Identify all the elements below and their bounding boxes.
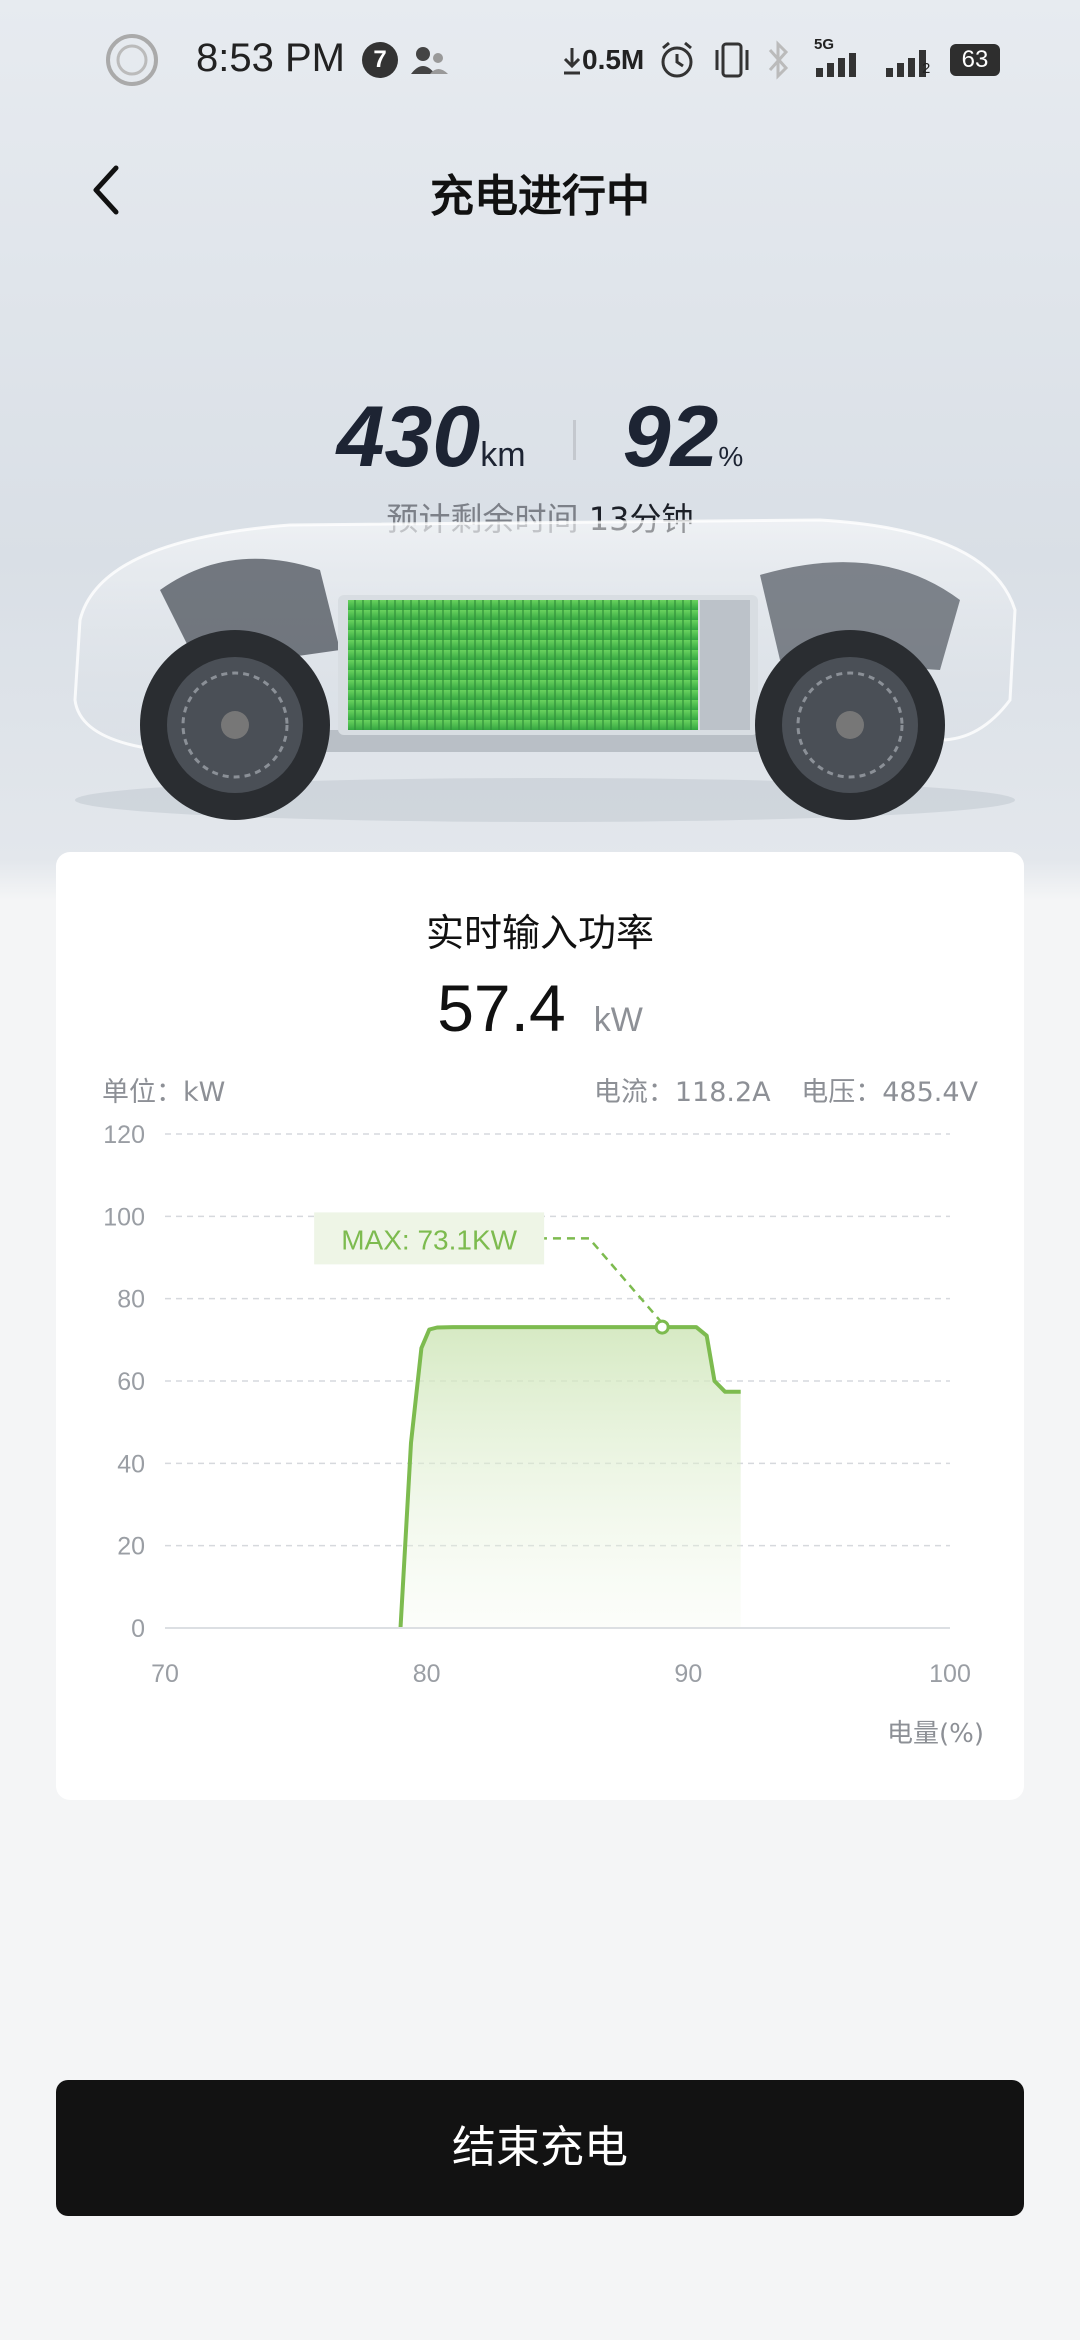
power-unit: kW	[593, 1001, 643, 1039]
battery-indicator: 63	[950, 44, 1000, 76]
x-tick-label-90: 90	[674, 1660, 702, 1688]
status-bar: 8:53 PM 7 0.5M 5G 2 63	[0, 0, 1080, 120]
y-tick-label-100: 100	[103, 1203, 145, 1231]
x-tick-label-100: 100	[929, 1660, 971, 1688]
status-time: 8:53 PM	[196, 36, 345, 80]
front-wheel	[140, 630, 330, 820]
y-tick-label-0: 0	[131, 1615, 145, 1643]
end-charging-button[interactable]: 结束充电	[56, 2080, 1024, 2216]
divider	[572, 420, 576, 460]
range-value: 430	[336, 389, 481, 485]
max-point	[654, 1319, 670, 1335]
record-icon	[106, 34, 158, 86]
y-tick-label-60: 60	[117, 1368, 145, 1396]
max-label: MAX: 73.1KW	[341, 1224, 517, 1255]
soc-unit: %	[718, 441, 744, 472]
range-unit: km	[480, 436, 526, 474]
card-title: 实时输入功率	[425, 911, 654, 955]
y-tick-label-80: 80	[117, 1286, 145, 1314]
download-icon	[563, 48, 581, 75]
power-chart: 0 20 40 60 80 100 120 70 80 90 100 电量(%) MAX: 73.1K…	[103, 1121, 984, 1749]
x-tick-label-70: 70	[151, 1660, 179, 1688]
signal-icon-1	[816, 53, 856, 77]
power-area	[400, 1327, 741, 1628]
contacts-icon	[411, 47, 448, 74]
x-tick-label-80: 80	[413, 1660, 441, 1688]
vibrate-icon	[715, 42, 749, 78]
power-card: 实时输入功率 57.4 kW 单位：kW 电流：118.2A 电压：485.4V …	[56, 852, 1024, 1800]
alarm-icon	[661, 41, 693, 78]
sim-indicator: 2	[922, 60, 931, 77]
net-speed: 0.5M	[582, 44, 645, 75]
soc-value: 92	[622, 389, 719, 485]
power-value: 57.4	[437, 971, 566, 1045]
x-axis-label: 电量(%)	[887, 1719, 984, 1749]
y-tick-label-120: 120	[103, 1121, 145, 1149]
charging-summary: 430km 92%	[0, 388, 1080, 487]
notification-badge: 7	[362, 42, 398, 78]
car-chassis-illustration	[73, 518, 1017, 822]
y-tick-label-40: 40	[117, 1450, 145, 1478]
max-leader-line	[542, 1237, 664, 1324]
y-tick-label-20: 20	[117, 1533, 145, 1561]
rear-wheel	[755, 630, 945, 820]
power-readout: 57.4 kW	[56, 970, 1024, 1046]
network-type: 5G	[814, 36, 835, 53]
bluetooth-icon	[768, 40, 789, 80]
page-title: 充电进行中	[430, 171, 650, 222]
